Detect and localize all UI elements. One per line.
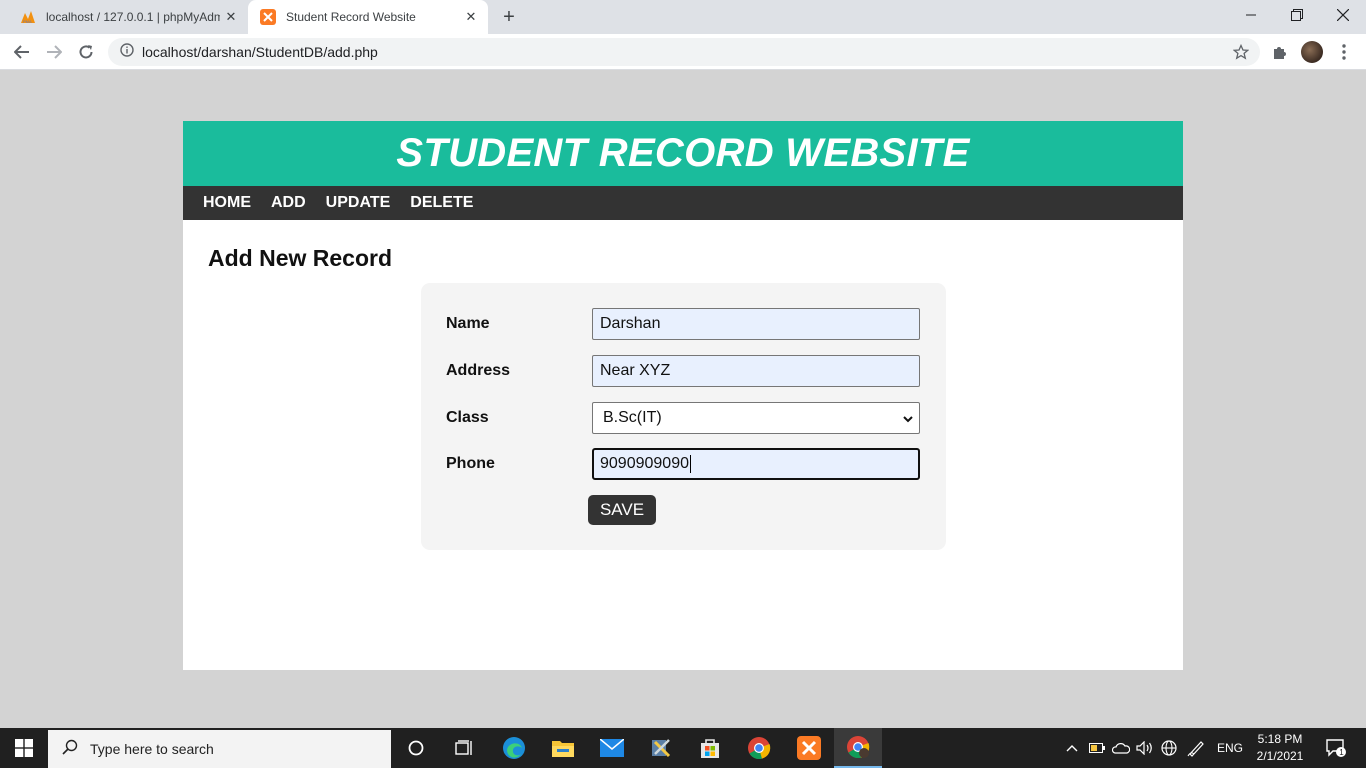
clock-time: 5:18 PM — [1257, 732, 1303, 746]
page-title: Add New Record — [208, 245, 393, 271]
info-icon[interactable] — [120, 42, 134, 62]
tab-phpmyadmin[interactable]: PMA localhost / 127.0.0.1 | phpMyAdm ✕ — [8, 0, 248, 34]
avatar — [1301, 41, 1323, 63]
text-cursor — [689, 455, 691, 473]
task-view-icon[interactable] — [440, 728, 488, 768]
menu-kebab-icon[interactable] — [1330, 38, 1358, 66]
phone-field[interactable]: 9090909090 — [592, 448, 920, 480]
chrome-icon[interactable] — [735, 728, 783, 768]
volume-icon[interactable] — [1134, 728, 1156, 768]
notification-count: 1 — [1339, 748, 1344, 757]
nav-update[interactable]: UPDATE — [326, 194, 391, 212]
phone-label: Phone — [446, 455, 495, 472]
nav-delete[interactable]: DELETE — [410, 194, 473, 212]
site-nav: HOME ADD UPDATE DELETE — [183, 186, 1183, 220]
bookmark-star-icon[interactable] — [1232, 43, 1250, 61]
svg-text:PMA: PMA — [23, 19, 32, 24]
address-field[interactable] — [592, 355, 920, 387]
class-label: Class — [446, 409, 489, 426]
minimize-icon[interactable] — [1228, 0, 1274, 30]
browser-toolbar: localhost/darshan/StudentDB/add.php — [0, 34, 1366, 70]
name-label: Name — [446, 315, 490, 332]
close-tab-icon[interactable]: ✕ — [460, 6, 482, 28]
chevron-down-icon — [903, 412, 913, 430]
page-viewport: STUDENT RECORD WEBSITE HOME ADD UPDATE D… — [0, 71, 1366, 728]
tab-title: localhost / 127.0.0.1 | phpMyAdm — [46, 10, 220, 24]
language-indicator[interactable]: ENG — [1212, 728, 1248, 768]
notifications-icon[interactable]: 1 — [1318, 728, 1354, 768]
new-tab-icon[interactable]: + — [498, 6, 520, 28]
file-explorer-icon[interactable] — [539, 728, 587, 768]
onedrive-icon[interactable] — [1110, 728, 1132, 768]
windows-start-icon[interactable] — [0, 728, 48, 768]
pen-ink-icon[interactable] — [1184, 728, 1208, 768]
taskbar-search-box[interactable]: Type here to search — [48, 730, 391, 768]
phone-value: 9090909090 — [600, 455, 689, 472]
form-row-class: Class B.Sc(IT) — [421, 402, 946, 434]
tray-chevron-up-icon[interactable] — [1062, 728, 1082, 768]
profile-avatar[interactable] — [1298, 38, 1326, 66]
mail-icon[interactable] — [588, 728, 636, 768]
tab-student-record[interactable]: Student Record Website ✕ — [248, 0, 488, 34]
address-label: Address — [446, 362, 511, 379]
form-row-name: Name — [421, 308, 946, 340]
search-placeholder: Type here to search — [90, 741, 214, 757]
edge-browser-icon[interactable] — [490, 728, 538, 768]
nav-add[interactable]: ADD — [271, 194, 306, 212]
form-row-address: Address — [421, 355, 946, 387]
xampp-taskbar-icon[interactable] — [785, 728, 833, 768]
address-bar[interactable]: localhost/darshan/StudentDB/add.php — [108, 38, 1260, 66]
site-container: STUDENT RECORD WEBSITE HOME ADD UPDATE D… — [183, 121, 1183, 670]
battery-icon[interactable] — [1086, 728, 1108, 768]
microsoft-store-icon[interactable] — [686, 728, 734, 768]
extensions-puzzle-icon[interactable] — [1266, 38, 1294, 66]
chrome-active-icon[interactable] — [834, 728, 882, 768]
windows-taskbar: Type here to search ENG 5:18 PM 2/1/2021… — [0, 728, 1366, 768]
tools-icon[interactable] — [637, 728, 685, 768]
phpmyadmin-icon: PMA — [20, 9, 36, 25]
site-header: STUDENT RECORD WEBSITE — [183, 121, 1183, 186]
site-title: STUDENT RECORD WEBSITE — [396, 131, 970, 175]
reload-icon[interactable] — [72, 38, 100, 66]
class-selected-value: B.Sc(IT) — [603, 409, 662, 426]
name-field[interactable] — [592, 308, 920, 340]
back-icon[interactable] — [8, 38, 36, 66]
add-record-form: Name Address Class B.Sc(IT) Phone — [421, 283, 946, 550]
save-button[interactable]: SAVE — [588, 495, 656, 525]
xampp-icon — [260, 9, 276, 25]
cortana-icon[interactable] — [392, 728, 440, 768]
nav-home[interactable]: HOME — [203, 194, 251, 212]
forward-icon[interactable] — [40, 38, 68, 66]
class-select[interactable]: B.Sc(IT) — [592, 402, 920, 434]
url-text: localhost/darshan/StudentDB/add.php — [142, 44, 378, 60]
search-icon — [62, 739, 78, 760]
form-row-phone: Phone 9090909090 — [421, 448, 946, 480]
clock-date: 2/1/2021 — [1256, 749, 1304, 763]
restore-icon[interactable] — [1274, 0, 1320, 30]
system-clock[interactable]: 5:18 PM 2/1/2021 — [1250, 731, 1310, 765]
close-tab-icon[interactable]: ✕ — [220, 6, 242, 28]
close-window-icon[interactable] — [1320, 0, 1366, 30]
browser-tab-strip: PMA localhost / 127.0.0.1 | phpMyAdm ✕ S… — [0, 0, 1366, 34]
tab-title: Student Record Website — [286, 10, 416, 24]
network-globe-icon[interactable] — [1158, 728, 1180, 768]
